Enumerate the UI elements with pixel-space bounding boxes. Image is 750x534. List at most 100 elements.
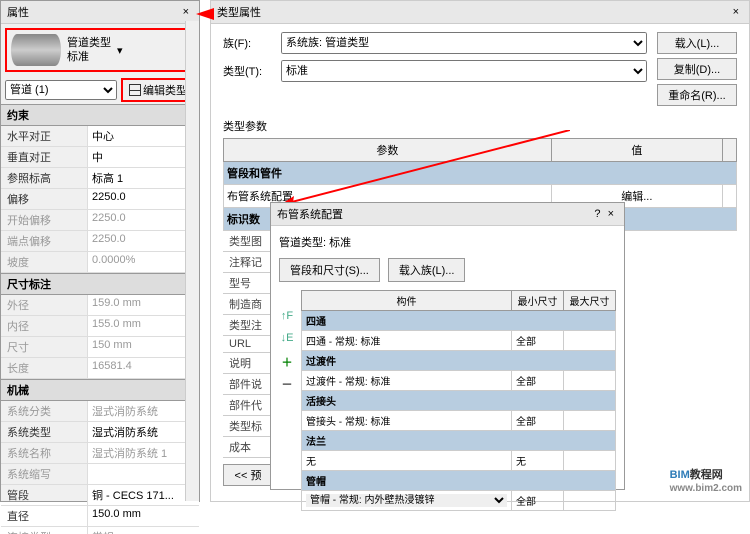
component-row[interactable]: 管接头 - 常规: 标准全部	[302, 411, 616, 431]
property-row[interactable]: 连接类型常规	[1, 527, 199, 534]
property-value[interactable]	[87, 464, 199, 484]
property-value[interactable]: 16581.4	[87, 358, 199, 378]
family-label: 族(F):	[223, 35, 273, 51]
pipe-icon	[11, 34, 61, 66]
property-row[interactable]: 坡度0.0000%	[1, 252, 199, 273]
move-down-icon[interactable]: ↓E	[279, 332, 295, 348]
scrollbar[interactable]	[185, 21, 199, 501]
property-label: 管段	[1, 485, 87, 505]
property-row[interactable]: 偏移2250.0	[1, 189, 199, 210]
property-row[interactable]: 开始偏移2250.0	[1, 210, 199, 231]
property-value[interactable]: 150 mm	[87, 337, 199, 357]
move-up-icon[interactable]: ↑F	[279, 310, 295, 326]
max-size	[564, 411, 616, 431]
load-button[interactable]: 载入(L)...	[657, 32, 737, 54]
property-row[interactable]: 系统类型湿式消防系统	[1, 422, 199, 443]
property-row[interactable]: 管段铜 - CECS 171...	[1, 485, 199, 506]
component-row[interactable]: 过渡件 - 常规: 标准全部	[302, 371, 616, 391]
param-label: 说明	[223, 353, 275, 374]
param-label: 制造商	[223, 294, 275, 315]
property-value[interactable]: 2250.0	[87, 210, 199, 230]
routing-table: 构件最小尺寸最大尺寸 四通四通 - 常规: 标准全部过渡件过渡件 - 常规: 标…	[301, 290, 616, 511]
property-value[interactable]: 155.0 mm	[87, 316, 199, 336]
close-icon[interactable]: ×	[604, 208, 618, 220]
property-label: 参照标高	[1, 168, 87, 188]
type-properties-title: 类型属性	[217, 4, 261, 20]
remove-icon[interactable]: －	[279, 376, 295, 392]
property-row[interactable]: 长度16581.4	[1, 358, 199, 379]
property-value[interactable]: 铜 - CECS 171...	[87, 485, 199, 505]
chevron-down-icon[interactable]: ▾	[117, 44, 123, 57]
property-value[interactable]: 150.0 mm	[87, 506, 199, 526]
property-label: 系统缩写	[1, 464, 87, 484]
callout-arrow-icon	[280, 130, 570, 205]
param-label: 类型标	[223, 416, 275, 437]
property-row[interactable]: 系统名称湿式消防系统 1	[1, 443, 199, 464]
property-label: 端点偏移	[1, 231, 87, 251]
property-row[interactable]: 系统分类湿式消防系统	[1, 401, 199, 422]
property-label: 开始偏移	[1, 210, 87, 230]
property-row[interactable]: 系统缩写	[1, 464, 199, 485]
close-icon[interactable]: ×	[179, 6, 193, 18]
property-row[interactable]: 端点偏移2250.0	[1, 231, 199, 252]
section-header: 机械	[1, 379, 199, 401]
family-select[interactable]: 系统族: 管道类型	[281, 32, 647, 54]
property-value[interactable]: 湿式消防系统	[87, 401, 199, 421]
min-size: 全部	[512, 411, 564, 431]
property-label: 坡度	[1, 252, 87, 272]
property-value[interactable]: 标高 1	[87, 168, 199, 188]
add-icon[interactable]: ＋	[279, 354, 295, 370]
type-select[interactable]: 标准	[281, 60, 647, 82]
edit-type-button[interactable]: 编辑类型	[121, 78, 195, 102]
close-icon[interactable]: ×	[729, 6, 743, 18]
type-properties-header: 类型属性 ×	[211, 1, 749, 24]
property-value[interactable]: 湿式消防系统	[87, 422, 199, 442]
param-label: 部件代	[223, 395, 275, 416]
property-value[interactable]: 常规	[87, 527, 199, 534]
rename-button[interactable]: 重命名(R)...	[657, 84, 737, 106]
properties-header: 属性 ×	[1, 1, 199, 24]
property-value[interactable]: 湿式消防系统 1	[87, 443, 199, 463]
property-value[interactable]: 159.0 mm	[87, 295, 199, 315]
property-row[interactable]: 内径155.0 mm	[1, 316, 199, 337]
min-size[interactable]: 全部	[512, 491, 564, 511]
property-label: 长度	[1, 358, 87, 378]
property-value[interactable]: 2250.0	[87, 189, 199, 209]
param-label: 成本	[223, 437, 275, 458]
param-label: 部件说	[223, 374, 275, 395]
max-size[interactable]	[564, 491, 616, 511]
property-value[interactable]: 中心	[87, 126, 199, 146]
component-select[interactable]: 管帽 - 常规: 内外壁热浸镀锌	[302, 491, 512, 511]
component-row[interactable]: 管帽 - 常规: 内外壁热浸镀锌全部	[302, 491, 616, 511]
property-row[interactable]: 直径150.0 mm	[1, 506, 199, 527]
max-size	[564, 331, 616, 351]
property-row[interactable]: 尺寸150 mm	[1, 337, 199, 358]
watermark: BIM教程网 www.bim2.com	[670, 462, 742, 494]
routing-prefs-dialog: 布管系统配置 ? × 管道类型: 标准 管段和尺寸(S)... 载入族(L)..…	[270, 202, 625, 490]
property-row[interactable]: 水平对正中心	[1, 126, 199, 147]
property-row[interactable]: 垂直对正中	[1, 147, 199, 168]
property-row[interactable]: 外径159.0 mm	[1, 295, 199, 316]
help-icon[interactable]: ?	[594, 208, 600, 220]
group-header: 管帽	[302, 471, 616, 491]
pipe-type-label: 管道类型: 标准	[279, 234, 616, 250]
component-row[interactable]: 四通 - 常规: 标准全部	[302, 331, 616, 351]
component-row[interactable]: 无无	[302, 451, 616, 471]
instance-selector[interactable]: 管道 (1)	[5, 80, 117, 100]
property-label: 偏移	[1, 189, 87, 209]
preview-button[interactable]: << 预	[223, 464, 273, 486]
type-selector[interactable]: 管道类型 标准 ▾	[5, 28, 195, 72]
property-label: 尺寸	[1, 337, 87, 357]
property-row[interactable]: 参照标高标高 1	[1, 168, 199, 189]
property-value[interactable]: 中	[87, 147, 199, 167]
property-value[interactable]: 0.0000%	[87, 252, 199, 272]
duplicate-button[interactable]: 复制(D)...	[657, 58, 737, 80]
section-header: 尺寸标注	[1, 273, 199, 295]
property-label: 系统分类	[1, 401, 87, 421]
property-label: 内径	[1, 316, 87, 336]
properties-title: 属性	[7, 4, 29, 20]
load-family-button[interactable]: 载入族(L)...	[388, 258, 466, 282]
property-label: 连接类型	[1, 527, 87, 534]
segments-sizes-button[interactable]: 管段和尺寸(S)...	[279, 258, 380, 282]
property-value[interactable]: 2250.0	[87, 231, 199, 251]
